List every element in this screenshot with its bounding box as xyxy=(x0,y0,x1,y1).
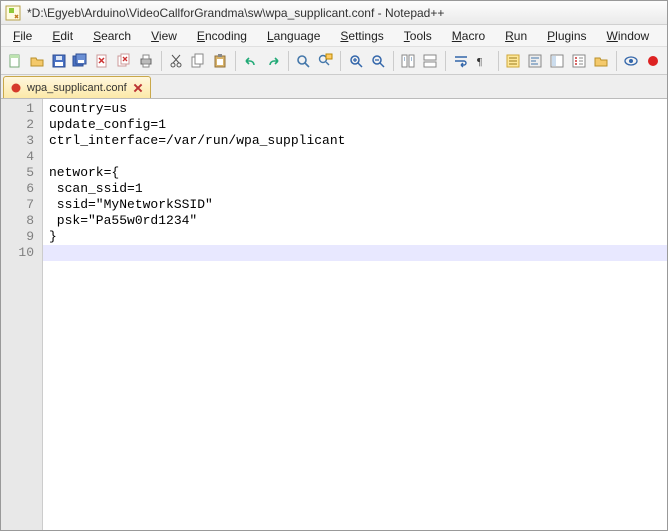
func-list-icon[interactable] xyxy=(569,50,589,72)
code-line[interactable] xyxy=(43,245,667,261)
app-icon xyxy=(5,5,21,21)
code-line[interactable] xyxy=(43,149,667,165)
folder-icon[interactable] xyxy=(591,50,611,72)
menu-item-edit[interactable]: Edit xyxy=(42,27,83,45)
menu-item-file[interactable]: File xyxy=(3,27,42,45)
replace-icon[interactable] xyxy=(315,50,335,72)
redo-icon[interactable] xyxy=(263,50,283,72)
menu-bar: FileEditSearchViewEncodingLanguageSettin… xyxy=(1,25,667,47)
record-icon[interactable] xyxy=(643,50,663,72)
line-number: 7 xyxy=(1,197,42,213)
line-number: 3 xyxy=(1,133,42,149)
print-icon[interactable] xyxy=(136,50,156,72)
window-title: *D:\Egyeb\Arduino\VideoCallforGrandma\sw… xyxy=(27,6,444,20)
menu-item-window[interactable]: Window xyxy=(597,27,660,45)
sync-v-icon[interactable] xyxy=(398,50,418,72)
save-icon[interactable] xyxy=(49,50,69,72)
code-line[interactable]: update_config=1 xyxy=(43,117,667,133)
lang-udl-icon[interactable] xyxy=(525,50,545,72)
cut-icon[interactable] xyxy=(167,50,187,72)
line-number: 10 xyxy=(1,245,42,261)
tab-active[interactable]: wpa_supplicant.conf xyxy=(3,76,151,98)
indent-guide-icon[interactable] xyxy=(503,50,523,72)
line-number: 9 xyxy=(1,229,42,245)
toolbar-separator xyxy=(616,51,617,71)
doc-map-icon[interactable] xyxy=(547,50,567,72)
tab-label: wpa_supplicant.conf xyxy=(27,82,127,94)
toolbar: ¶ xyxy=(1,47,667,75)
menu-item-tools[interactable]: Tools xyxy=(394,27,442,45)
menu-item-settings[interactable]: Settings xyxy=(330,27,393,45)
toolbar-separator xyxy=(288,51,289,71)
menu-item-view[interactable]: View xyxy=(141,27,187,45)
code-line[interactable]: } xyxy=(43,229,667,245)
sync-h-icon[interactable] xyxy=(420,50,440,72)
line-number: 5 xyxy=(1,165,42,181)
code-line[interactable]: scan_ssid=1 xyxy=(43,181,667,197)
tab-bar: wpa_supplicant.conf xyxy=(1,75,667,99)
wordwrap-icon[interactable] xyxy=(451,50,471,72)
code-line[interactable]: ctrl_interface=/var/run/wpa_supplicant xyxy=(43,133,667,149)
menu-item-encoding[interactable]: Encoding xyxy=(187,27,257,45)
code-line[interactable]: psk="Pa55w0rd1234" xyxy=(43,213,667,229)
toolbar-separator xyxy=(340,51,341,71)
code-area[interactable]: country=usupdate_config=1ctrl_interface=… xyxy=(43,99,667,530)
menu-item-?[interactable]: ? xyxy=(659,27,668,45)
line-number: 4 xyxy=(1,149,42,165)
toolbar-separator xyxy=(445,51,446,71)
new-file-icon[interactable] xyxy=(5,50,25,72)
menu-item-macro[interactable]: Macro xyxy=(442,27,495,45)
toolbar-separator xyxy=(393,51,394,71)
paste-icon[interactable] xyxy=(210,50,230,72)
line-number: 8 xyxy=(1,213,42,229)
title-bar: *D:\Egyeb\Arduino\VideoCallforGrandma\sw… xyxy=(1,1,667,25)
svg-text:¶: ¶ xyxy=(477,56,482,68)
line-number-gutter: 12345678910 xyxy=(1,99,43,530)
line-number: 2 xyxy=(1,117,42,133)
undo-icon[interactable] xyxy=(241,50,261,72)
toolbar-separator xyxy=(161,51,162,71)
toolbar-separator xyxy=(498,51,499,71)
monitor-icon[interactable] xyxy=(621,50,641,72)
close-icon[interactable] xyxy=(92,50,112,72)
find-icon[interactable] xyxy=(293,50,313,72)
editor[interactable]: 12345678910 country=usupdate_config=1ctr… xyxy=(1,99,667,530)
code-line[interactable]: ssid="MyNetworkSSID" xyxy=(43,197,667,213)
all-chars-icon[interactable]: ¶ xyxy=(473,50,493,72)
copy-icon[interactable] xyxy=(188,50,208,72)
file-dirty-icon xyxy=(10,82,22,94)
line-number: 6 xyxy=(1,181,42,197)
close-all-icon[interactable] xyxy=(114,50,134,72)
zoom-in-icon[interactable] xyxy=(346,50,366,72)
code-line[interactable]: country=us xyxy=(43,101,667,117)
tab-close-icon[interactable] xyxy=(132,82,144,94)
zoom-out-icon[interactable] xyxy=(368,50,388,72)
menu-item-run[interactable]: Run xyxy=(495,27,537,45)
toolbar-separator xyxy=(235,51,236,71)
menu-item-language[interactable]: Language xyxy=(257,27,330,45)
code-line[interactable]: network={ xyxy=(43,165,667,181)
menu-item-plugins[interactable]: Plugins xyxy=(537,27,596,45)
open-file-icon[interactable] xyxy=(27,50,47,72)
save-all-icon[interactable] xyxy=(70,50,90,72)
line-number: 1 xyxy=(1,101,42,117)
menu-item-search[interactable]: Search xyxy=(83,27,141,45)
